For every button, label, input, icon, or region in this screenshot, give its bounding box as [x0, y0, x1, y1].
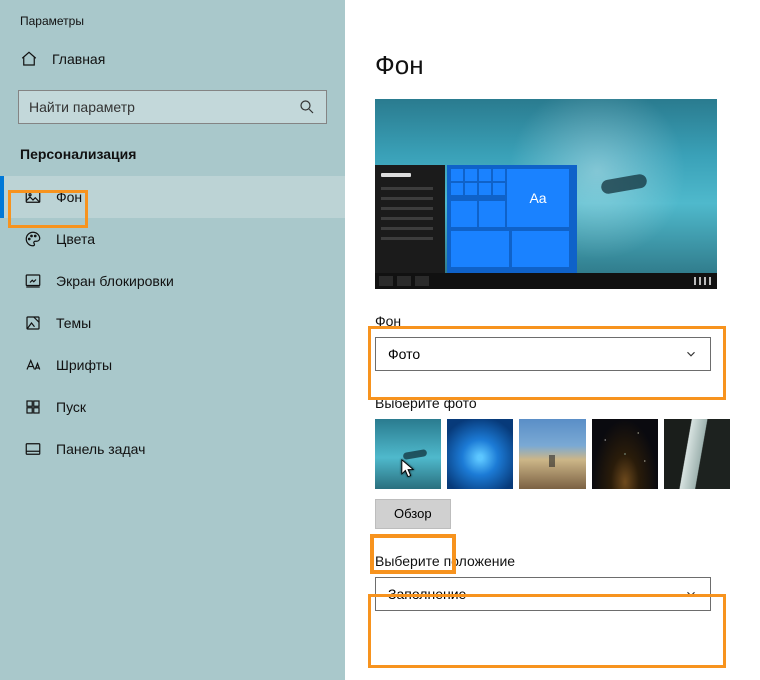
fit-dropdown-value: Заполнение — [388, 586, 466, 602]
window-title: Параметры — [0, 0, 345, 40]
themes-icon — [24, 314, 42, 332]
home-label: Главная — [52, 51, 105, 67]
chevron-down-icon — [684, 587, 698, 601]
chevron-down-icon — [684, 347, 698, 361]
sidebar-item-taskbar[interactable]: Панель задач — [0, 428, 345, 470]
sidebar-item-themes[interactable]: Темы — [0, 302, 345, 344]
desktop-preview: Aa — [375, 99, 717, 289]
sidebar-items: Фон Цвета Экран блокировки Темы Шрифты П… — [0, 176, 345, 470]
preview-start-tiles: Aa — [447, 165, 577, 273]
background-label: Фон — [375, 313, 730, 329]
photo-thumb-2[interactable] — [447, 419, 513, 489]
choose-photo-section: Выберите фото Обзор — [375, 395, 730, 529]
sidebar-item-label: Фон — [56, 189, 82, 205]
page-title: Фон — [375, 50, 730, 81]
category-title: Персонализация — [0, 140, 345, 176]
preview-window — [375, 165, 445, 273]
lockscreen-icon — [24, 272, 42, 290]
background-dropdown-value: Фото — [388, 346, 420, 362]
photo-thumb-4[interactable] — [592, 419, 658, 489]
start-icon — [24, 398, 42, 416]
cursor-icon — [401, 459, 415, 479]
fit-label: Выберите положение — [375, 553, 730, 569]
sidebar: Параметры Главная Персонализация Фон Цве… — [0, 0, 345, 680]
sidebar-item-label: Цвета — [56, 231, 95, 247]
sidebar-item-label: Панель задач — [56, 441, 145, 457]
fonts-icon — [24, 356, 42, 374]
image-icon — [24, 188, 42, 206]
photo-thumb-5[interactable] — [664, 419, 730, 489]
sidebar-item-background[interactable]: Фон — [0, 176, 345, 218]
photo-thumb-3[interactable] — [519, 419, 585, 489]
photo-thumbnails — [375, 419, 730, 489]
main-content: Фон Aa Фон Фото Выберите фото — [345, 0, 760, 680]
sidebar-item-label: Шрифты — [56, 357, 112, 373]
home-icon — [20, 50, 38, 68]
preview-taskbar — [375, 273, 717, 289]
fit-section: Выберите положение Заполнение — [375, 553, 730, 611]
fit-dropdown[interactable]: Заполнение — [375, 577, 711, 611]
sidebar-item-colors[interactable]: Цвета — [0, 218, 345, 260]
sidebar-item-label: Темы — [56, 315, 91, 331]
background-section: Фон Фото — [375, 313, 730, 371]
sidebar-item-label: Экран блокировки — [56, 273, 174, 289]
photo-thumb-1[interactable] — [375, 419, 441, 489]
search-icon — [298, 98, 316, 116]
sidebar-item-fonts[interactable]: Шрифты — [0, 344, 345, 386]
preview-sample-tile: Aa — [507, 169, 569, 227]
sidebar-item-lockscreen[interactable]: Экран блокировки — [0, 260, 345, 302]
choose-photo-label: Выберите фото — [375, 395, 730, 411]
home-button[interactable]: Главная — [0, 40, 345, 78]
sidebar-item-label: Пуск — [56, 399, 86, 415]
browse-button[interactable]: Обзор — [375, 499, 451, 529]
search-input[interactable] — [29, 99, 298, 115]
sidebar-item-start[interactable]: Пуск — [0, 386, 345, 428]
background-dropdown[interactable]: Фото — [375, 337, 711, 371]
taskbar-icon — [24, 440, 42, 458]
search-box[interactable] — [18, 90, 327, 124]
palette-icon — [24, 230, 42, 248]
